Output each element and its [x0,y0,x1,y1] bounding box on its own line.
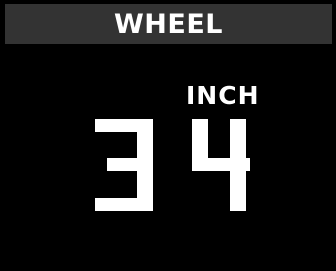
segment-digits [95,119,250,211]
wheel-setting-screen: WHEEL INCH 34 [0,0,336,271]
digit-four [192,119,250,211]
unit-label: INCH [186,81,260,110]
screen-title: WHEEL [114,8,223,40]
digit-three [95,119,153,211]
header-bar: WHEEL [5,4,332,44]
wheel-size-value: 34 [95,119,250,211]
